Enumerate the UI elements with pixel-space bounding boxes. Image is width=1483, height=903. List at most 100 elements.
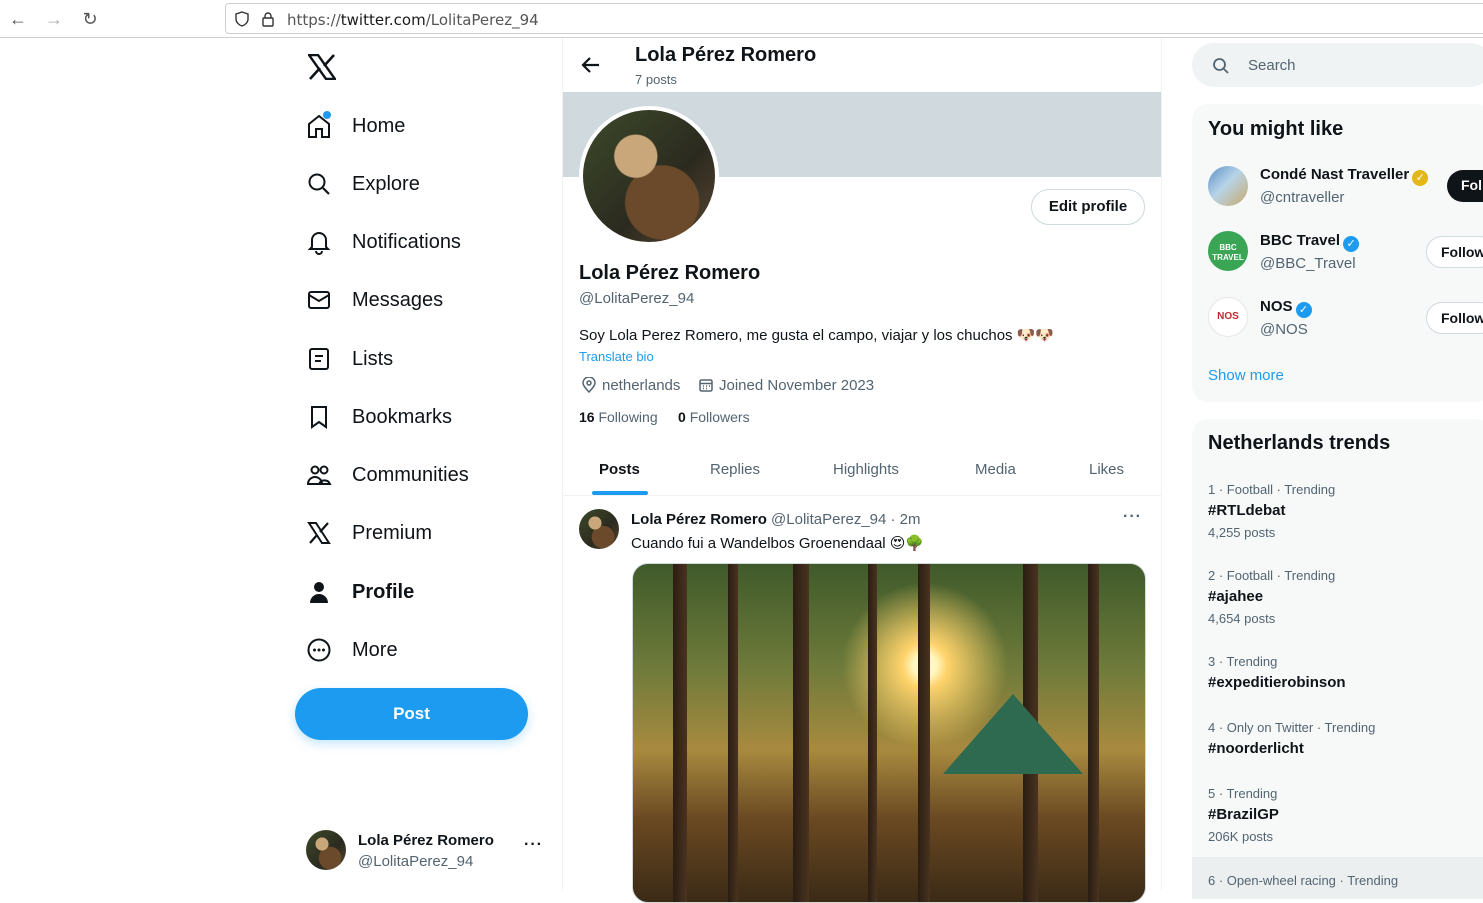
bell-icon: [306, 229, 332, 255]
address-bar[interactable]: https://twitter.com/LolitaPerez_94: [225, 3, 1483, 34]
sidebar-item-label: Profile: [352, 580, 415, 603]
trend-item[interactable]: 3 · Trending #expeditierobinson: [1192, 649, 1483, 709]
bbc-logo-icon: BBC TRAVEL: [1208, 231, 1248, 271]
panel-title: Netherlands trends: [1208, 432, 1391, 454]
verified-badge-icon: ✓: [1412, 170, 1429, 186]
sidebar-item-lists[interactable]: Lists: [306, 334, 393, 384]
sidebar-item-notifications[interactable]: Notifications: [306, 217, 461, 267]
edit-profile-button[interactable]: Edit profile: [1031, 189, 1145, 225]
profile-joined: Joined November 2023: [719, 377, 875, 394]
search-box[interactable]: Search: [1192, 43, 1483, 87]
x-logo-icon: [306, 520, 332, 546]
suggestion-item[interactable]: NOS NOS ✓ @NOS Follow: [1192, 290, 1483, 354]
back-arrow-icon[interactable]: ←: [7, 8, 29, 30]
sidebar-item-label: Communities: [352, 463, 469, 486]
left-sidebar: Home Explore Notifications Messages List…: [290, 38, 562, 890]
tweet-header: Lola Pérez Romero @LolitaPerez_94 · 2m: [631, 511, 921, 528]
trend-name: #RTLdebat: [1208, 502, 1286, 519]
sidebar-item-home[interactable]: Home: [306, 101, 405, 151]
reload-icon[interactable]: ↻: [79, 8, 101, 30]
trend-item[interactable]: 2 · Football · Trending #ajahee 4,654 po…: [1192, 563, 1483, 643]
sidebar-item-bookmarks[interactable]: Bookmarks: [306, 392, 452, 442]
sidebar-item-messages[interactable]: Messages: [306, 275, 443, 325]
forward-arrow-icon[interactable]: →: [43, 8, 65, 30]
person-icon: [306, 579, 332, 605]
followers-link[interactable]: 0 Followers: [678, 409, 750, 425]
post-button[interactable]: Post: [295, 688, 528, 740]
trend-meta: 5 · Trending: [1208, 786, 1278, 801]
trend-item[interactable]: 5 · Trending #BrazilGP 206K posts: [1192, 781, 1483, 861]
suggestion-handle: @BBC_Travel: [1260, 255, 1356, 272]
avatar: [1208, 166, 1248, 206]
profile-bio: Soy Lola Perez Romero, me gusta el campo…: [579, 327, 1055, 344]
suggestion-handle: @NOS: [1260, 321, 1308, 338]
shield-icon: [235, 11, 249, 27]
follow-button[interactable]: Follow: [1426, 236, 1483, 268]
profile-avatar[interactable]: [579, 106, 719, 246]
mail-icon: [306, 287, 332, 313]
post-count: 7 posts: [635, 72, 677, 87]
tweet-image[interactable]: [632, 563, 1146, 903]
sidebar-item-premium[interactable]: Premium: [306, 508, 432, 558]
trend-meta: 6 · Open-wheel racing · Trending: [1208, 873, 1399, 888]
trend-name: #ajahee: [1208, 588, 1264, 605]
sidebar-item-label: Notifications: [352, 230, 461, 253]
trend-count: 206K posts: [1208, 829, 1274, 844]
suggestion-name: BBC Travel ✓: [1260, 232, 1360, 252]
panel-title: You might like: [1208, 118, 1344, 140]
lock-icon: [262, 12, 274, 27]
suggestion-item[interactable]: BBC TRAVEL BBC Travel ✓ @BBC_Travel Follow: [1192, 224, 1483, 288]
translate-bio-link[interactable]: Translate bio: [579, 349, 654, 364]
tree-trunk: [673, 564, 687, 902]
following-link[interactable]: 16 Following: [579, 409, 658, 425]
profile-handle: @LolitaPerez_94: [579, 290, 695, 307]
tweet-author-name[interactable]: Lola Pérez Romero: [631, 511, 767, 528]
follow-button[interactable]: Fol: [1447, 170, 1483, 202]
trend-count: 4,255 posts: [1208, 525, 1276, 540]
tweet-more-icon[interactable]: ···: [1123, 508, 1142, 526]
account-handle: @LolitaPerez_94: [358, 853, 474, 870]
home-icon: [306, 111, 332, 139]
sidebar-item-label: Premium: [352, 521, 433, 544]
account-switcher[interactable]: Lola Pérez Romero @LolitaPerez_94 ···: [306, 828, 546, 874]
more-circle-icon: [306, 637, 332, 663]
who-to-follow-panel: You might like Condé Nast Traveller ✓ @cn…: [1192, 104, 1483, 402]
url-text: https://twitter.com/LolitaPerez_94: [287, 11, 539, 29]
tweet-avatar[interactable]: [579, 509, 619, 549]
following-count: 16: [579, 409, 595, 425]
trend-item[interactable]: 1 · Football · Trending #RTLdebat 4,255 …: [1192, 477, 1483, 557]
x-logo-icon[interactable]: [308, 54, 336, 80]
account-name: Lola Pérez Romero: [358, 832, 494, 849]
follow-button[interactable]: Follow: [1426, 302, 1483, 334]
sidebar-item-more[interactable]: More: [306, 625, 398, 675]
sidebar-item-label: Bookmarks: [352, 405, 453, 428]
trend-item[interactable]: 4 · Only on Twitter · Trending #noorderl…: [1192, 715, 1483, 775]
tree-trunk: [728, 564, 738, 902]
suggestion-item[interactable]: Condé Nast Traveller ✓ @cntraveller Fol: [1192, 158, 1483, 222]
tweet-meta: @LolitaPerez_94 · 2m: [771, 511, 921, 528]
search-placeholder: Search: [1248, 57, 1296, 74]
followers-count: 0: [678, 409, 686, 425]
trend-meta: 1 · Football · Trending: [1208, 482, 1336, 497]
more-dots-icon[interactable]: ···: [524, 836, 543, 854]
tree-trunk: [1088, 564, 1099, 902]
back-arrow-icon[interactable]: [581, 56, 601, 74]
sidebar-item-label: Lists: [352, 347, 394, 370]
profile-location: netherlands: [602, 377, 681, 394]
show-more-link[interactable]: Show more: [1208, 367, 1284, 384]
sidebar-item-explore[interactable]: Explore: [306, 159, 420, 209]
trend-meta: 2 · Football · Trending: [1208, 568, 1336, 583]
trend-name: #noorderlicht: [1208, 740, 1304, 757]
tweet-text: Cuando fui a Wandelbos Groenendaal 😍🌳: [631, 535, 925, 552]
trend-name: #expeditierobinson: [1208, 674, 1346, 691]
suggestion-name: NOS ✓: [1260, 298, 1312, 318]
verified-badge-icon: ✓: [1295, 302, 1312, 318]
trend-item[interactable]: 6 · Open-wheel racing · Trending: [1192, 857, 1483, 899]
nos-logo-icon: NOS: [1208, 297, 1248, 337]
following-label: Following: [598, 409, 658, 425]
sidebar-item-profile[interactable]: Profile: [306, 567, 414, 617]
main-column: Lola Pérez Romero 7 posts Edit profile L…: [562, 38, 1162, 903]
trends-panel: Netherlands trends 1 · Football · Trendi…: [1192, 419, 1483, 899]
sidebar-item-communities[interactable]: Communities: [306, 450, 469, 500]
sidebar-item-label: Explore: [352, 172, 420, 195]
